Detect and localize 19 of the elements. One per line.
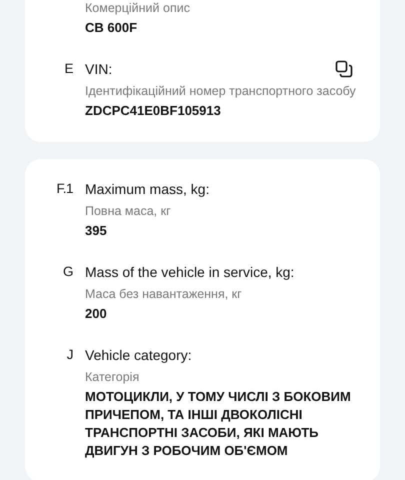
field-code: F.1 <box>55 180 73 198</box>
field-code: G <box>62 263 73 281</box>
field-value: 200 <box>85 305 108 323</box>
field-label: Mass of the vehicle in service, kg: <box>85 263 294 282</box>
field-label: VIN: <box>85 60 112 79</box>
field-subtitle: Повна маса, кг <box>85 203 172 220</box>
field-subtitle: Комерційний опис <box>85 0 191 17</box>
field-code: E <box>63 60 73 78</box>
field-subtitle: Маса без навантаження, кг <box>85 286 243 303</box>
field-label: Maximum mass, kg: <box>85 180 210 199</box>
field-subtitle: Ідентифікаційний номер транспортного засобу <box>85 83 357 100</box>
field-code: J <box>66 346 73 364</box>
field-value: МОТОЦИКЛИ, У ТОМУ ЧИСЛІ З БОКОВИМ ПРИЧЕПОМ, ТА ІНШІ ДВОКОЛІСНІ ТРАНСПОРТНІ ЗАСОБИ, ЯКІ МАЮТЬ ДВИГУН З РОБОЧИМ ОБ'ЄМОМ <box>85 388 352 460</box>
field-value: 395 <box>85 222 108 240</box>
field-value: ZDCPC41E0BF105913 <box>85 102 222 120</box>
field-label: Vehicle category: <box>85 346 192 365</box>
field-subtitle: Категорія <box>85 369 140 386</box>
copy-icon[interactable] <box>335 60 353 78</box>
field-value: CB 600F <box>85 19 138 37</box>
